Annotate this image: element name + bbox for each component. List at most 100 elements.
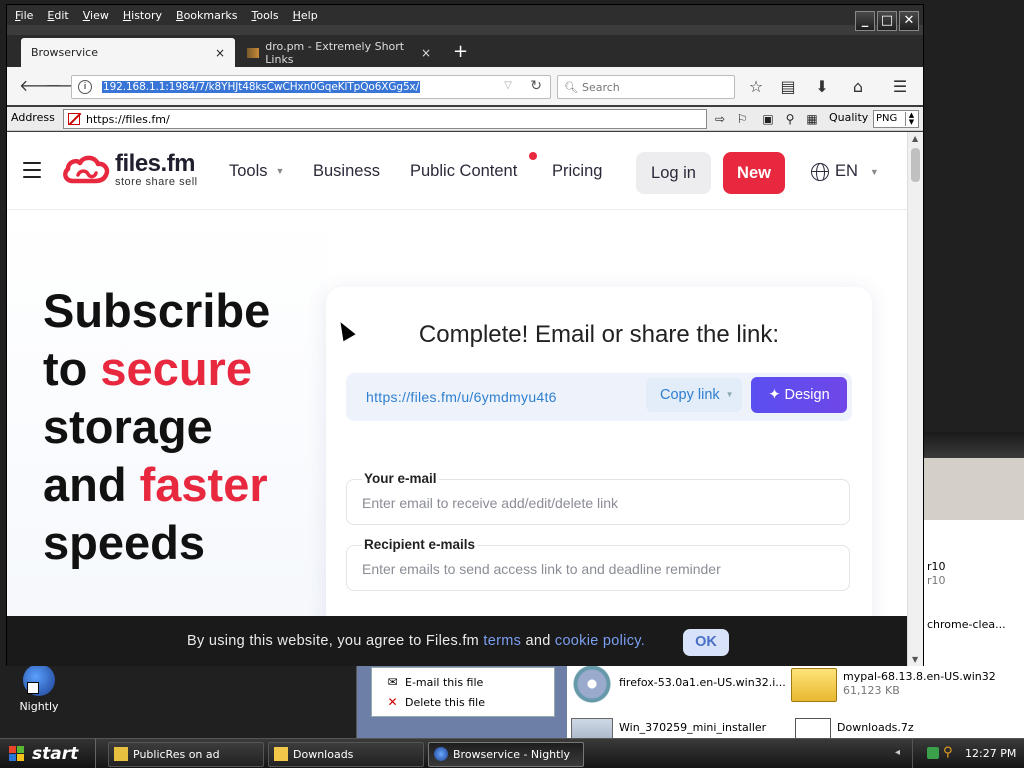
new-button[interactable]: New [723,152,785,194]
task-email-file[interactable]: ✉ E-mail this file [386,672,554,692]
taskbar-item-browservice[interactable]: Browservice - Nightly [428,742,584,767]
forward-icon[interactable]: 🡒 [45,75,88,97]
start-button[interactable]: start [0,739,96,768]
menu-edit[interactable]: Edit [47,9,68,22]
maximize-button[interactable]: □ [877,11,897,31]
address-value: https://files.fm/ [86,112,170,126]
tray-expand-icon[interactable]: ◂ [895,747,900,758]
reload-icon[interactable]: ↻ [530,78,542,94]
url-bar[interactable]: i 192.168.1.1:1984/7/k8YHJt48ksCwCHxn0Gq… [71,75,551,99]
taskbar: start PublicRes on ad Downloads Browserv… [0,738,1024,768]
language-selector[interactable]: EN ▼ [811,162,879,181]
hero-line-2: to secure [43,340,270,398]
file-name: Win_370259_mini_installer [619,721,767,734]
hero-heading: Subscribe to secure storage and faster s… [43,282,270,572]
desktop-icon-label: Nightly [19,700,59,713]
menu-file[interactable]: File [15,9,33,22]
cookie-message: By using this website, you agree to File… [187,633,484,649]
share-url[interactable]: https://files.fm/u/6ymdmyu4t6 [366,389,557,405]
cookie-ok-button[interactable]: OK [683,629,729,656]
nav-pricing[interactable]: Pricing [552,162,602,181]
chevron-down-icon: ▼ [869,166,879,177]
taskbar-item-publicres[interactable]: PublicRes on ad [108,742,264,767]
nav-public-content[interactable]: Public Content [410,162,517,181]
site-info-icon[interactable]: i [78,80,92,94]
desktop-icon-nightly[interactable]: Nightly [10,664,68,713]
explorer-side-strip [923,458,1024,520]
minimize-button[interactable]: _ [855,11,875,31]
go-arrow-icon[interactable]: ⇨ [711,110,729,128]
browservice-address-bar: Address https://files.fm/ ⇨ ⚐ ▣ ⚲ ▦ Qual… [7,107,923,131]
address-label: Address [11,111,55,124]
hamburger-menu-icon[interactable]: ☰ [889,76,911,98]
download-icon[interactable]: ⬇ [811,76,833,98]
system-tray: ◂ ⚲ 12:27 PM [895,739,1024,768]
page-scrollbar[interactable]: ▲ ▼ [907,132,923,666]
menu-tools[interactable]: Tools [251,9,278,22]
new-tab-button[interactable]: + [453,43,468,61]
web-page: files.fm store share sell Tools ▼ Busines… [7,132,907,666]
menu-bookmarks[interactable]: Bookmarks [176,9,237,22]
address-field[interactable]: https://files.fm/ [63,109,707,129]
file-item-firefox[interactable]: firefox-53.0a1.en-US.win32.i... [571,664,786,704]
search-box[interactable]: 🔍︎ Search [557,75,735,99]
url-dropdown-icon[interactable]: ▽ [504,80,512,91]
find-icon[interactable]: ⚲ [781,110,799,128]
nav-tools[interactable]: Tools ▼ [229,162,284,181]
tab-dro-pm[interactable]: dro.pm - Extremely Short Links × [237,38,441,67]
notification-dot [529,152,537,160]
hero-highlight: secure [100,342,252,395]
site-header: files.fm store share sell Tools ▼ Busines… [7,132,907,210]
taskbar-item-downloads[interactable]: Downloads [268,742,424,767]
scroll-thumb[interactable] [911,148,920,182]
share-link-row: https://files.fm/u/6ymdmyu4t6 Copy link ▼… [346,373,852,421]
network-icon[interactable] [927,747,939,759]
files-fm-logo[interactable]: files.fm store share sell [61,152,198,188]
quality-select[interactable]: PNG ▲ ▼ [873,110,919,128]
menu-history[interactable]: History [123,9,162,22]
cookie-policy-link[interactable]: cookie policy. [555,633,645,649]
file-item-mypal[interactable]: mypal-68.13.8.en-US.win32 61,123 KB [791,664,996,702]
bookmark-icon[interactable]: ⚐ [733,110,751,128]
close-button[interactable]: ✕ [899,11,919,31]
design-button[interactable]: ✦ Design [751,377,847,413]
email-placeholder: Enter email to receive add/edit/delete l… [362,495,619,511]
site-menu-icon[interactable] [23,162,41,178]
folder-icon [274,747,288,761]
save-page-icon[interactable]: ▣ [759,110,777,128]
scroll-up-icon[interactable]: ▲ [912,134,918,143]
reading-list-icon[interactable]: ▤ [777,76,799,98]
app-icon [114,747,128,761]
search-icon[interactable]: ⚲ [943,746,953,759]
terms-link[interactable]: terms [483,633,521,649]
home-icon[interactable]: ⌂ [847,76,869,98]
login-button[interactable]: Log in [636,152,711,194]
security-warning-icon [68,113,80,125]
hero-line-5: speeds [43,516,205,569]
email-label: Your e-mail [362,471,439,486]
quality-spinner-icon[interactable]: ▲ ▼ [905,112,917,126]
copy-link-button[interactable]: Copy link ▼ [646,378,742,412]
search-placeholder: Search [581,80,620,94]
clock: 12:27 PM [965,747,1017,760]
task-delete-file[interactable]: ✕ Delete this file [386,692,554,712]
menu-help[interactable]: Help [293,9,318,22]
bookmark-star-icon[interactable]: ☆ [745,76,767,98]
tab-close-icon[interactable]: × [215,46,225,60]
clipboard-icon[interactable]: ▦ [803,110,821,128]
menu-view[interactable]: View [83,9,109,22]
cookie-banner: By using this website, you agree to File… [7,616,907,666]
tab-close-icon[interactable]: × [421,46,431,60]
recipients-placeholder: Enter emails to send access link to and … [362,561,721,577]
taskbar-item-label: Browservice - Nightly [453,748,571,761]
nav-business[interactable]: Business [313,162,380,181]
cd-installer-icon [571,664,613,704]
scroll-down-icon[interactable]: ▼ [912,655,918,664]
tab-browservice[interactable]: Browservice × [21,38,235,67]
hero-line-3: storage [43,400,213,453]
copy-link-label: Copy link [660,387,720,403]
share-card: Complete! Email or share the link: https… [326,287,872,666]
browser-window: File Edit View History Bookmarks Tools H… [6,4,924,666]
file-size: 61,123 KB [843,684,900,697]
back-icon[interactable]: 🡐 [19,75,62,97]
